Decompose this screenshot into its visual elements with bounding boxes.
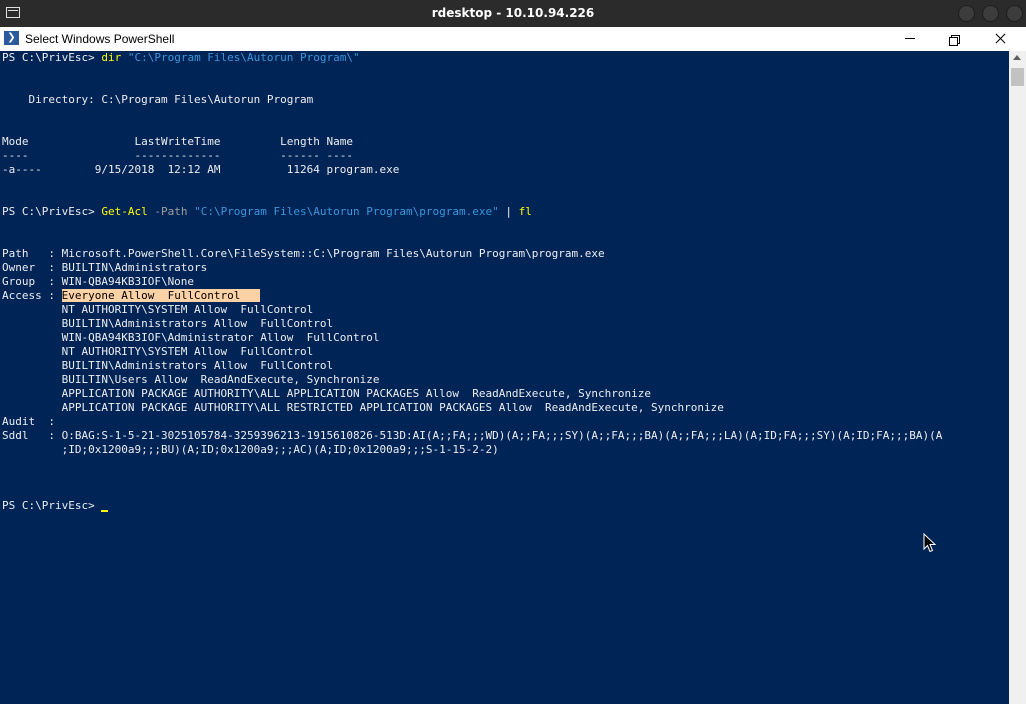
console-line-access-entry: NT AUTHORITY\SYSTEM Allow FullControl bbox=[2, 303, 314, 316]
text-cursor bbox=[101, 510, 109, 512]
console-line-access-entry: BUILTIN\Administrators Allow FullControl bbox=[2, 317, 334, 330]
console-line-dir-command: PS C:\PrivEsc> dir "C:\Program Files\Aut… bbox=[2, 51, 360, 64]
restore-button[interactable] bbox=[932, 27, 977, 51]
minimize-button[interactable] bbox=[887, 27, 932, 51]
powershell-window-title: Select Windows PowerShell bbox=[25, 32, 175, 46]
console-line-file-entry: -a---- 9/15/2018 12:12 AM 11264 program.… bbox=[2, 163, 400, 176]
console-line-access: Access : Everyone Allow FullControl bbox=[2, 289, 261, 302]
console-line-path: Path : Microsoft.PowerShell.Core\FileSys… bbox=[2, 247, 605, 260]
console-line-column-headers: Mode LastWriteTime Length Name bbox=[2, 135, 353, 148]
scrollbar-thumb[interactable] bbox=[1011, 68, 1024, 86]
rdesktop-maximize-button[interactable] bbox=[982, 5, 999, 22]
console-line-access-entry: BUILTIN\Users Allow ReadAndExecute, Sync… bbox=[2, 373, 380, 386]
selection-highlight: Everyone Allow FullControl bbox=[61, 289, 261, 302]
scroll-up-arrow-icon[interactable] bbox=[1013, 55, 1021, 60]
console-line-access-entry: APPLICATION PACKAGE AUTHORITY\ALL RESTRI… bbox=[2, 401, 724, 414]
console-line-access-entry: APPLICATION PACKAGE AUTHORITY\ALL APPLIC… bbox=[2, 387, 652, 400]
console-line-sddl-continued: ;ID;0x1200a9;;;BU)(A;ID;0x1200a9;;;AC)(A… bbox=[2, 443, 499, 456]
console-line-access-entry: NT AUTHORITY\SYSTEM Allow FullControl bbox=[2, 345, 314, 358]
console-line-access-entry: BUILTIN\Administrators Allow FullControl bbox=[2, 359, 334, 372]
console-current-prompt[interactable]: PS C:\PrivEsc> bbox=[2, 499, 109, 513]
console-line-audit: Audit : bbox=[2, 415, 55, 428]
console-line-get-acl-command: PS C:\PrivEsc> Get-Acl -Path "C:\Program… bbox=[2, 205, 532, 218]
rdesktop-title: rdesktop - 10.10.94.226 bbox=[431, 6, 595, 20]
powershell-icon[interactable]: ❯ bbox=[4, 31, 19, 45]
rdesktop-close-button[interactable] bbox=[1006, 5, 1023, 22]
console-line-directory-header: Directory: C:\Program Files\Autorun Prog… bbox=[2, 93, 314, 106]
close-button[interactable] bbox=[978, 27, 1023, 51]
vertical-scrollbar[interactable] bbox=[1009, 51, 1026, 704]
console-line-column-underline: ---- ------------- ------ ---- bbox=[2, 149, 353, 162]
console-line-group: Group : WIN-QBA94KB3IOF\None bbox=[2, 275, 195, 288]
console-line-sddl: Sddl : O:BAG:S-1-5-21-3025105784-3259396… bbox=[2, 429, 943, 442]
console-line-owner: Owner : BUILTIN\Administrators bbox=[2, 261, 208, 274]
mouse-pointer-icon bbox=[923, 533, 937, 553]
console-line-access-entry: WIN-QBA94KB3IOF\Administrator Allow Full… bbox=[2, 331, 380, 344]
rdesktop-minimize-button[interactable] bbox=[958, 5, 975, 22]
